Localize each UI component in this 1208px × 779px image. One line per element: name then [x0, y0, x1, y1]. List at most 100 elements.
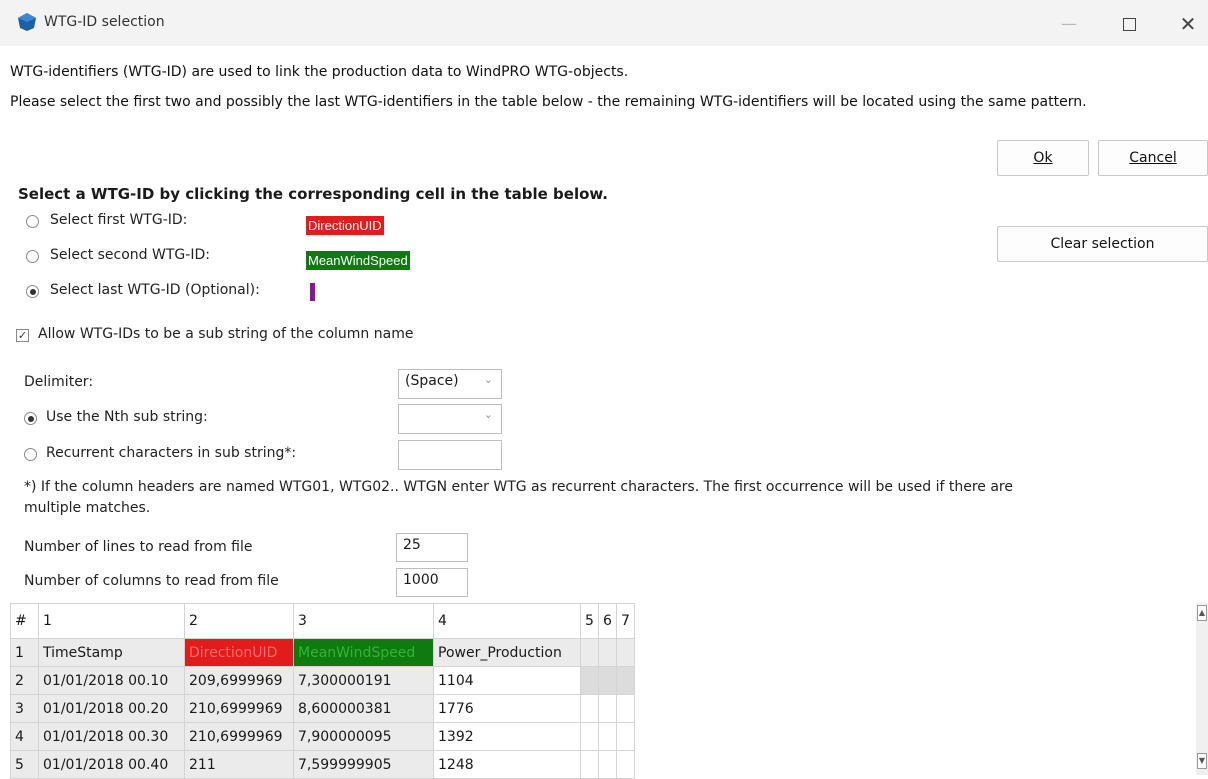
title-bar: [0, 0, 1208, 46]
grid-cell[interactable]: 01/01/2018 00.30: [38, 722, 185, 751]
grid-cell[interactable]: 8,600000381: [293, 694, 434, 723]
grid-cell[interactable]: [598, 750, 617, 779]
recurrent-label: Recurrent characters in sub string*:: [46, 445, 297, 461]
grid-cell[interactable]: [580, 750, 599, 779]
table-row: 4 01/01/2018 00.30 210,6999969 7,9000000…: [10, 722, 635, 751]
chevron-down-icon: ⌄: [483, 408, 493, 421]
first-wtg-label: Select first WTG-ID:: [50, 212, 188, 228]
grid-cell[interactable]: Power_Production: [433, 638, 581, 667]
grid-row-number: 1: [10, 638, 39, 667]
grid-cell-second-selected[interactable]: MeanWindSpeed: [293, 638, 434, 667]
recurrent-note: *) If the column headers are named WTG01…: [24, 479, 1013, 516]
allow-substring-label: Allow WTG-IDs to be a sub string of the …: [38, 326, 414, 342]
last-wtg-radio[interactable]: [26, 285, 39, 298]
recurrent-input[interactable]: [398, 440, 502, 470]
last-wtg-marker: [310, 283, 315, 301]
delimiter-value: (Space): [405, 373, 459, 389]
first-wtg-value: DirectionUID: [306, 216, 384, 235]
grid-cell[interactable]: [580, 666, 599, 695]
maximize-icon: [1122, 18, 1136, 31]
grid-cell[interactable]: 01/01/2018 00.10: [38, 666, 185, 695]
windpro-app-icon: [18, 13, 36, 31]
columns-to-read-label: Number of columns to read from file: [24, 573, 279, 589]
scroll-down-icon[interactable]: ▼: [1197, 753, 1207, 769]
grid-cell[interactable]: [598, 722, 617, 751]
table-row: 1 TimeStamp DirectionUID MeanWindSpeed P…: [10, 638, 635, 667]
first-wtg-radio[interactable]: [26, 215, 39, 228]
intro-line-1: WTG-identifiers (WTG-ID) are used to lin…: [10, 64, 629, 80]
grid-header-cell: #: [10, 603, 39, 639]
grid-cell[interactable]: 210,6999969: [184, 694, 294, 723]
lines-to-read-label: Number of lines to read from file: [24, 539, 253, 555]
grid-cell[interactable]: [580, 722, 599, 751]
grid-cell[interactable]: 1248: [433, 750, 581, 779]
scroll-up-icon[interactable]: ▲: [1197, 605, 1207, 621]
selection-heading: Select a WTG-ID by clicking the correspo…: [18, 185, 609, 203]
grid-cell-first-selected[interactable]: DirectionUID: [184, 638, 294, 667]
grid-cell[interactable]: TimeStamp: [38, 638, 185, 667]
grid-header-row: # 1 2 3 4 5 6 7: [10, 603, 635, 639]
delimiter-dropdown[interactable]: (Space) ⌄: [398, 369, 502, 399]
ok-button[interactable]: Ok: [997, 140, 1089, 176]
grid-cell[interactable]: 1392: [433, 722, 581, 751]
grid-cell[interactable]: [616, 694, 635, 723]
last-wtg-label: Select last WTG-ID (Optional):: [50, 282, 260, 298]
grid-cell[interactable]: 01/01/2018 00.40: [38, 750, 185, 779]
grid-cell[interactable]: 7,900000095: [293, 722, 434, 751]
grid-cell[interactable]: [616, 750, 635, 779]
table-row: 2 01/01/2018 00.10 209,6999969 7,3000001…: [10, 666, 635, 695]
minimize-button[interactable]: —: [1046, 9, 1092, 39]
grid-cell[interactable]: 210,6999969: [184, 722, 294, 751]
nth-substring-label: Use the Nth sub string:: [46, 409, 208, 425]
window-title: WTG-ID selection: [44, 14, 165, 30]
chevron-down-icon: ⌄: [483, 373, 493, 386]
grid-cell[interactable]: [616, 638, 635, 667]
second-wtg-value: MeanWindSpeed: [306, 251, 410, 270]
nth-substring-radio[interactable]: [24, 412, 37, 425]
grid-cell[interactable]: 7,300000191: [293, 666, 434, 695]
grid-header-cell[interactable]: 6: [598, 603, 617, 639]
lines-to-read-input[interactable]: 25: [396, 533, 468, 562]
columns-to-read-input[interactable]: 1000: [396, 568, 468, 597]
recurrent-radio[interactable]: [24, 448, 37, 461]
second-wtg-label: Select second WTG-ID:: [50, 247, 210, 263]
grid-header-cell[interactable]: 7: [616, 603, 635, 639]
cancel-button[interactable]: Cancel: [1098, 140, 1208, 176]
ok-button-label: Ok: [1033, 150, 1053, 166]
grid-cell[interactable]: [598, 638, 617, 667]
cancel-button-label: Cancel: [1129, 150, 1177, 166]
grid-row-number: 4: [10, 722, 39, 751]
nth-substring-dropdown[interactable]: ⌄: [398, 404, 502, 434]
data-grid: # 1 2 3 4 5 6 7 1 TimeStamp DirectionUID…: [10, 603, 635, 779]
grid-vertical-scrollbar[interactable]: ▲ ▼: [1196, 603, 1208, 775]
grid-cell[interactable]: [616, 722, 635, 751]
grid-header-cell[interactable]: 3: [293, 603, 434, 639]
grid-cell[interactable]: 01/01/2018 00.20: [38, 694, 185, 723]
grid-header-cell[interactable]: 4: [433, 603, 581, 639]
maximize-button[interactable]: [1106, 9, 1152, 39]
grid-cell[interactable]: 209,6999969: [184, 666, 294, 695]
close-button[interactable]: ✕: [1165, 9, 1208, 39]
grid-cell[interactable]: [616, 666, 635, 695]
intro-line-2: Please select the first two and possibly…: [10, 94, 1087, 110]
grid-header-cell[interactable]: 2: [184, 603, 294, 639]
delimiter-label: Delimiter:: [24, 374, 94, 390]
table-row: 5 01/01/2018 00.40 211 7,599999905 1248: [10, 750, 635, 779]
grid-cell[interactable]: 211: [184, 750, 294, 779]
grid-row-number: 2: [10, 666, 39, 695]
grid-cell[interactable]: [580, 638, 599, 667]
grid-cell[interactable]: 1104: [433, 666, 581, 695]
allow-substring-checkbox[interactable]: ✓: [16, 329, 29, 342]
clear-selection-button[interactable]: Clear selection: [997, 226, 1208, 262]
grid-cell[interactable]: [598, 666, 617, 695]
grid-row-number: 3: [10, 694, 39, 723]
grid-header-cell[interactable]: 1: [38, 603, 185, 639]
grid-row-number: 5: [10, 750, 39, 779]
table-row: 3 01/01/2018 00.20 210,6999969 8,6000003…: [10, 694, 635, 723]
grid-cell[interactable]: 7,599999905: [293, 750, 434, 779]
grid-cell[interactable]: [598, 694, 617, 723]
grid-header-cell[interactable]: 5: [580, 603, 599, 639]
grid-cell[interactable]: 1776: [433, 694, 581, 723]
second-wtg-radio[interactable]: [26, 250, 39, 263]
grid-cell[interactable]: [580, 694, 599, 723]
